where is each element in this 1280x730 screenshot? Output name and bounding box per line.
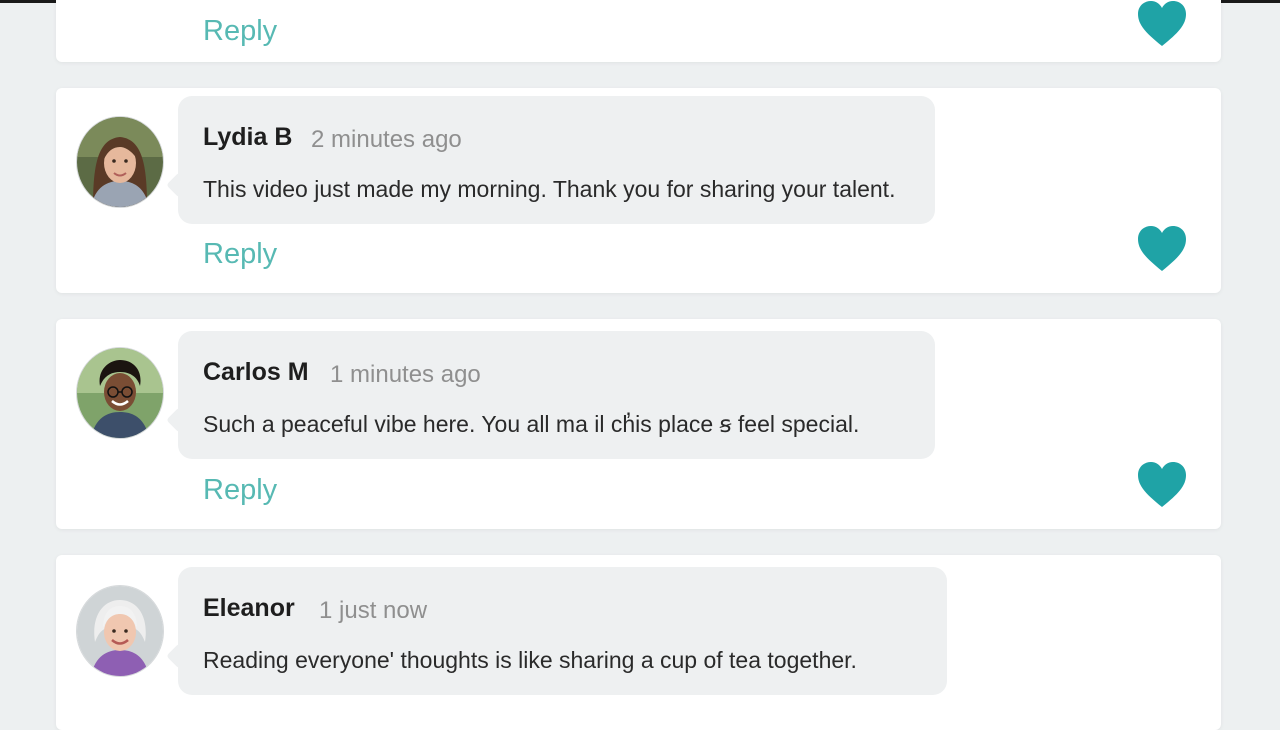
comment-card: Carlos M 1 minutes ago Such a peaceful v…: [56, 319, 1221, 529]
avatar-carlos: [76, 347, 164, 439]
comment-card: Lydia B 2 minutes ago This video just ma…: [56, 88, 1221, 293]
comment-author: Eleanor: [203, 594, 295, 622]
comment-timestamp: 1 minutes ago: [330, 361, 481, 388]
avatar-eleanor: [76, 585, 164, 677]
comment-timestamp: 2 minutes ago: [311, 126, 462, 153]
comment-author: Lydia B: [203, 123, 293, 151]
comment-text: This video just made my morning. Thank y…: [203, 176, 896, 202]
reply-button[interactable]: Reply: [203, 238, 277, 271]
comment-text: Reading everyone' thoughts is like shari…: [203, 647, 857, 673]
heart-icon[interactable]: [1136, 225, 1188, 273]
comment-author: Carlos M: [203, 358, 309, 386]
comment-bubble: Carlos M 1 minutes ago Such a peaceful v…: [178, 331, 935, 459]
reply-button[interactable]: Reply: [203, 15, 277, 48]
comment-text: Such a peaceful vibe here. You all ma il…: [203, 411, 860, 437]
reply-button[interactable]: Reply: [203, 474, 277, 507]
comment-timestamp: 1 just now: [319, 597, 428, 624]
comment-card-partial: Reply: [56, 0, 1221, 62]
heart-icon[interactable]: [1136, 0, 1188, 48]
comment-card: Eleanor 1 just now Reading everyone' tho…: [56, 555, 1221, 730]
comment-bubble: Eleanor 1 just now Reading everyone' tho…: [178, 567, 947, 695]
avatar-lydia: [76, 116, 164, 208]
heart-icon[interactable]: [1136, 461, 1188, 509]
comment-bubble: Lydia B 2 minutes ago This video just ma…: [178, 96, 935, 224]
